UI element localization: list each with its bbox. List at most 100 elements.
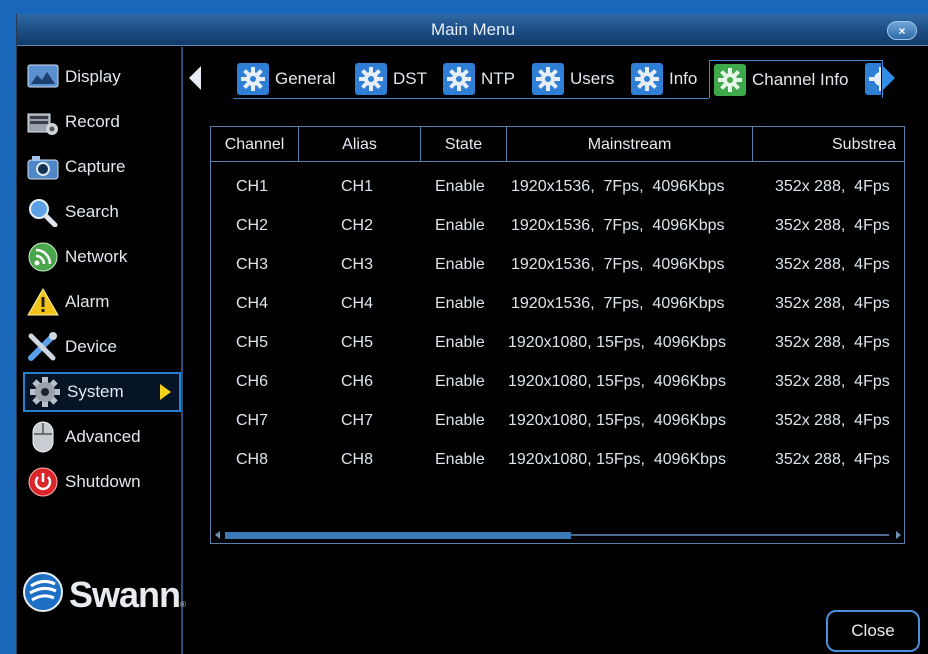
- cell-mainstream: 1920x1080, 15Fps, 4096Kbps: [508, 333, 726, 351]
- title-bar: Main Menu ×: [17, 14, 928, 46]
- tab-label: Channel Info: [752, 69, 849, 89]
- scroll-left-icon[interactable]: [215, 531, 220, 539]
- sidebar-item-search[interactable]: Search: [23, 192, 181, 232]
- table-row[interactable]: CH1 CH1 Enable 1920x1536, 7Fps, 4096Kbps…: [211, 167, 904, 206]
- sidebar-item-label: Display: [65, 67, 121, 86]
- table-header: Channel Alias State Mainstream Substrea: [211, 127, 904, 162]
- gear-icon: [355, 63, 387, 95]
- mouse-icon: [26, 421, 60, 453]
- tab-bar: General DST NTP Users Info Channel Info: [185, 58, 905, 100]
- table-row[interactable]: CH5 CH5 Enable 1920x1080, 15Fps, 4096Kbp…: [211, 323, 904, 362]
- col-header-state: State: [421, 127, 507, 162]
- tab-users[interactable]: Users: [532, 60, 614, 98]
- tab-channel-info[interactable]: Channel Info: [709, 60, 883, 98]
- cell-mainstream: 1920x1536, 7Fps, 4096Kbps: [511, 255, 725, 273]
- gear-icon: [714, 63, 746, 96]
- sidebar-item-advanced[interactable]: Advanced: [23, 417, 181, 457]
- close-icon[interactable]: ×: [887, 21, 917, 40]
- sidebar-item-label: Record: [65, 112, 120, 131]
- cell-channel: CH2: [236, 216, 269, 234]
- cell-state: Enable: [435, 216, 485, 234]
- cell-mainstream: 1920x1080, 15Fps, 4096Kbps: [508, 450, 726, 468]
- scrollbar-thumb[interactable]: [225, 532, 571, 539]
- gear-icon: [532, 63, 564, 95]
- sidebar-item-alarm[interactable]: Alarm: [23, 282, 181, 322]
- sidebar-item-label: Shutdown: [65, 472, 141, 491]
- cell-mainstream: 1920x1536, 7Fps, 4096Kbps: [511, 216, 725, 234]
- network-icon: [26, 241, 60, 273]
- sidebar-item-label: Capture: [65, 157, 126, 176]
- cell-mainstream: 1920x1536, 7Fps, 4096Kbps: [511, 177, 725, 195]
- cell-alias: CH3: [341, 255, 374, 273]
- cell-substream: 352x 288, 4Fps: [775, 372, 890, 390]
- sidebar-item-label: System: [67, 382, 124, 401]
- registered-mark: ®: [180, 600, 186, 609]
- cell-channel: CH8: [236, 450, 269, 468]
- sidebar-item-device[interactable]: Device: [23, 327, 181, 367]
- col-header-mainstream: Mainstream: [507, 127, 753, 162]
- swann-logo-icon: [23, 572, 63, 617]
- sidebar-item-label: Network: [65, 247, 128, 266]
- tab-ntp[interactable]: NTP: [443, 60, 515, 98]
- sidebar-item-capture[interactable]: Capture: [23, 147, 181, 187]
- table-row[interactable]: CH6 CH6 Enable 1920x1080, 15Fps, 4096Kbp…: [211, 362, 904, 401]
- cell-channel: CH1: [236, 177, 269, 195]
- table-row[interactable]: CH4 CH4 Enable 1920x1536, 7Fps, 4096Kbps…: [211, 284, 904, 323]
- tab-general[interactable]: General: [237, 60, 335, 98]
- table-row[interactable]: CH7 CH7 Enable 1920x1080, 15Fps, 4096Kbp…: [211, 401, 904, 440]
- sidebar-item-shutdown[interactable]: Shutdown: [23, 462, 181, 502]
- sidebar-item-label: Advanced: [65, 427, 141, 446]
- tab-info[interactable]: Info: [631, 60, 697, 98]
- sidebar-item-label: Alarm: [65, 292, 110, 311]
- record-icon: [26, 106, 60, 138]
- cell-substream: 352x 288, 4Fps: [775, 450, 890, 468]
- main-menu-window: Main Menu × Display Record Capture Searc…: [16, 14, 928, 654]
- sidebar-item-record[interactable]: Record: [23, 102, 181, 142]
- cell-substream: 352x 288, 4Fps: [775, 294, 890, 312]
- horizontal-scrollbar[interactable]: [213, 529, 903, 541]
- tab-scroll-left-icon[interactable]: [189, 66, 201, 90]
- gear-icon: [237, 63, 269, 95]
- tab-label: NTP: [481, 69, 515, 88]
- tab-label: DST: [393, 69, 427, 88]
- tab-label: Users: [570, 69, 615, 88]
- cell-substream: 352x 288, 4Fps: [775, 411, 890, 429]
- sidebar-item-network[interactable]: Network: [23, 237, 181, 277]
- cell-channel: CH3: [236, 255, 269, 273]
- cell-channel: CH4: [236, 294, 269, 312]
- cell-substream: 352x 288, 4Fps: [775, 333, 890, 351]
- cell-state: Enable: [435, 177, 485, 195]
- cell-mainstream: 1920x1080, 15Fps, 4096Kbps: [508, 372, 726, 390]
- table-row[interactable]: CH8 CH8 Enable 1920x1080, 15Fps, 4096Kbp…: [211, 440, 904, 479]
- display-icon: [26, 61, 60, 93]
- cell-mainstream: 1920x1536, 7Fps, 4096Kbps: [511, 294, 725, 312]
- search-icon: [26, 196, 60, 228]
- cell-mainstream: 1920x1080, 15Fps, 4096Kbps: [508, 411, 726, 429]
- tab-divider: [233, 98, 709, 99]
- tab-dst[interactable]: DST: [355, 60, 427, 98]
- cell-channel: CH5: [236, 333, 269, 351]
- cell-substream: 352x 288, 4Fps: [775, 255, 890, 273]
- table-row[interactable]: CH3 CH3 Enable 1920x1536, 7Fps, 4096Kbps…: [211, 245, 904, 284]
- table-row[interactable]: CH2 CH2 Enable 1920x1536, 7Fps, 4096Kbps…: [211, 206, 904, 245]
- close-button[interactable]: Close: [826, 610, 920, 652]
- logo-text: Swann: [69, 573, 181, 615]
- power-icon: [26, 466, 60, 498]
- tab-label: Info: [669, 69, 698, 88]
- swann-logo: Swann ®: [23, 572, 186, 617]
- sidebar-item-label: Search: [65, 202, 119, 221]
- cell-channel: CH7: [236, 411, 269, 429]
- scroll-right-icon[interactable]: [896, 531, 901, 539]
- device-icon: [26, 331, 60, 363]
- alarm-icon: [26, 286, 60, 318]
- cell-substream: 352x 288, 4Fps: [775, 177, 890, 195]
- tab-scroll-right-icon[interactable]: [883, 66, 895, 90]
- cell-state: Enable: [435, 333, 485, 351]
- sidebar-item-display[interactable]: Display: [23, 57, 181, 97]
- gear-icon: [28, 376, 62, 408]
- submenu-arrow-icon: [160, 384, 171, 400]
- sidebar-item-system[interactable]: System: [23, 372, 181, 412]
- tab-next-partial[interactable]: [865, 60, 881, 98]
- cell-state: Enable: [435, 411, 485, 429]
- sidebar-item-label: Device: [65, 337, 117, 356]
